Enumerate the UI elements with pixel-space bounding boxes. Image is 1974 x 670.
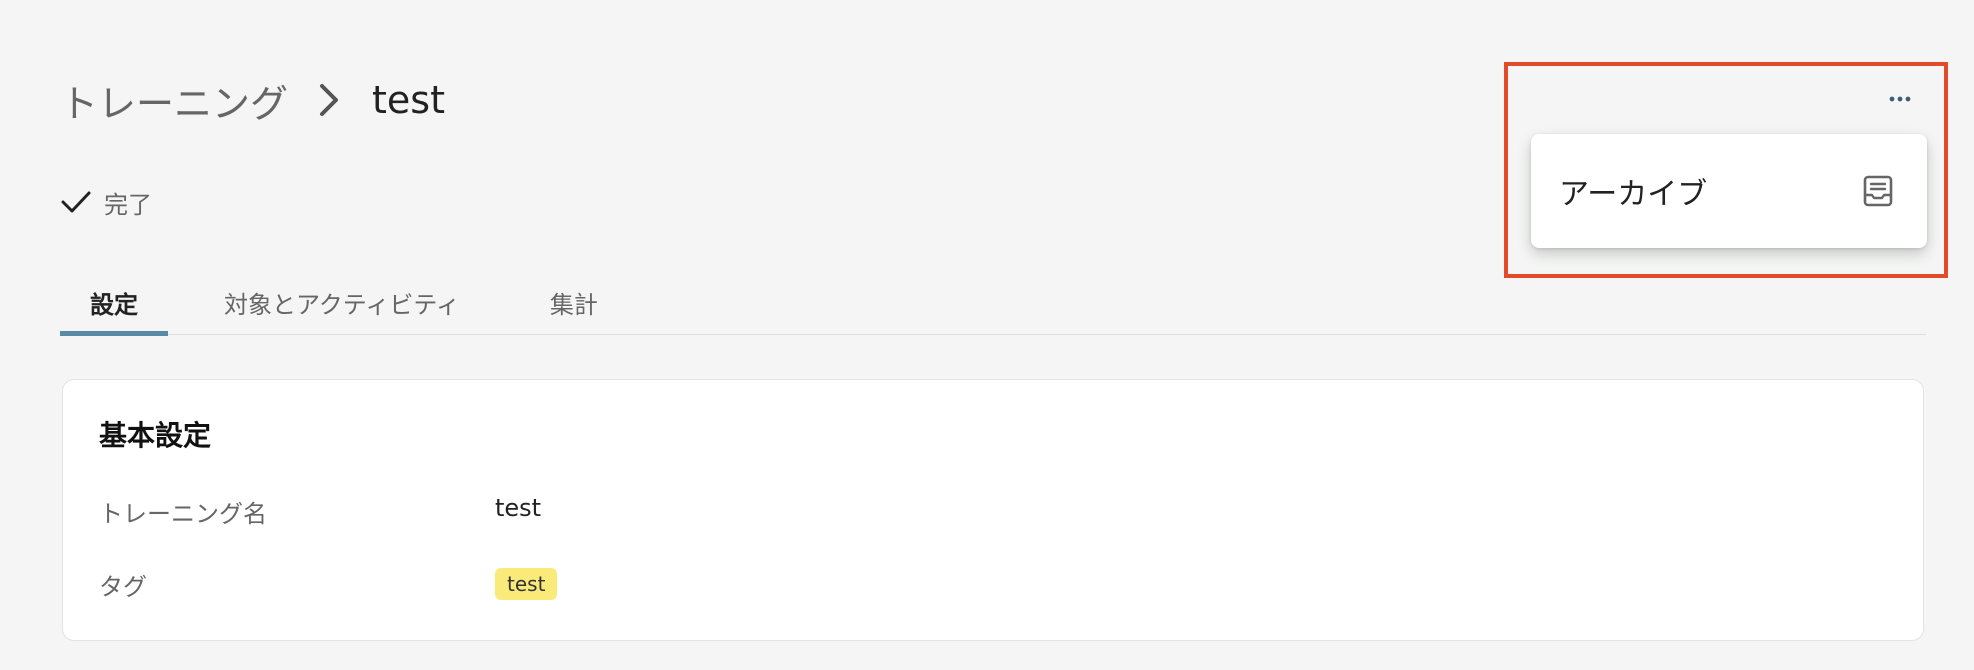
basic-settings-card: 基本設定 トレーニング名 test タグ test bbox=[62, 379, 1924, 641]
tag-badge: test bbox=[495, 568, 558, 600]
menu-item-archive[interactable]: アーカイブ bbox=[1531, 134, 1927, 248]
tab-settings[interactable]: 設定 bbox=[60, 270, 168, 336]
tab-summary[interactable]: 集計 bbox=[550, 270, 598, 334]
status-indicator: 完了 bbox=[60, 182, 152, 222]
options-menu: アーカイブ bbox=[1531, 134, 1927, 248]
page: トレーニング test 完了 設定 対象とアクティビティ 集計 基本設定 トレー… bbox=[0, 0, 1974, 670]
tab-bar: 設定 対象とアクティビティ 集計 bbox=[60, 270, 1926, 336]
card-title: 基本設定 bbox=[99, 419, 212, 452]
training-name-value: test bbox=[495, 494, 542, 522]
archive-icon bbox=[1861, 174, 1895, 208]
chevron-right-icon bbox=[316, 80, 346, 120]
breadcrumb: トレーニング test bbox=[60, 70, 445, 130]
tab-targets-activities[interactable]: 対象とアクティビティ bbox=[224, 270, 460, 334]
check-icon bbox=[60, 186, 92, 218]
more-options-button[interactable] bbox=[1880, 84, 1920, 114]
more-horizontal-icon bbox=[1889, 96, 1911, 102]
menu-item-label: アーカイブ bbox=[1559, 177, 1708, 212]
page-title: test bbox=[372, 78, 445, 122]
tag-label: タグ bbox=[99, 573, 147, 601]
breadcrumb-parent-link[interactable]: トレーニング bbox=[60, 73, 288, 128]
status-text: 完了 bbox=[104, 190, 152, 219]
training-name-label: トレーニング名 bbox=[99, 500, 267, 528]
